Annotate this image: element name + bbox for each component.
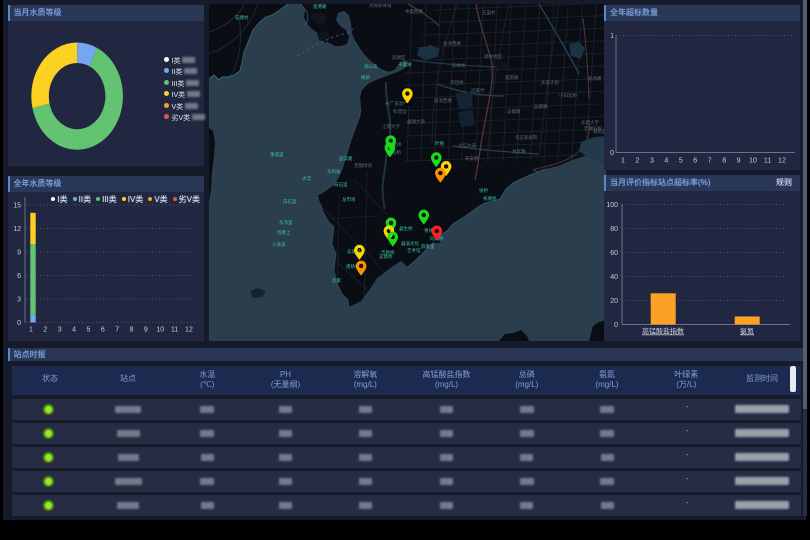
- svg-text:科普馆: 科普馆: [393, 108, 407, 115]
- svg-text:吉杨桥: 吉杨桥: [381, 249, 395, 256]
- svg-text:机场路: 机场路: [588, 75, 602, 82]
- svg-text:10: 10: [156, 327, 164, 334]
- svg-text:寿安桥: 寿安桥: [465, 155, 479, 162]
- svg-text:2: 2: [43, 327, 47, 334]
- svg-text:5: 5: [679, 157, 683, 164]
- svg-text:11: 11: [764, 157, 771, 164]
- svg-text:蠡生桥: 蠡生桥: [399, 225, 413, 232]
- svg-text:江南大学: 江南大学: [382, 123, 400, 130]
- svg-text:3: 3: [57, 327, 61, 334]
- svg-text:吴都路: 吴都路: [534, 103, 548, 110]
- svg-text:5: 5: [86, 327, 90, 334]
- svg-text:9: 9: [17, 250, 21, 257]
- svg-text:渔港路: 渔港路: [313, 4, 327, 10]
- svg-text:小溪浦: 小溪浦: [272, 241, 286, 248]
- svg-text:8: 8: [129, 327, 133, 334]
- svg-text:滨湖区: 滨湖区: [392, 54, 406, 61]
- svg-text:高浪西路: 高浪西路: [443, 40, 461, 47]
- svg-text:大桴新体育: 大桴新体育: [369, 4, 392, 9]
- svg-text:12: 12: [778, 157, 786, 164]
- svg-text:园渎路: 园渎路: [339, 155, 353, 162]
- svg-text:3: 3: [650, 157, 654, 164]
- svg-text:100: 100: [606, 202, 618, 209]
- svg-text:1: 1: [610, 33, 614, 40]
- svg-text:1: 1: [621, 157, 625, 164]
- svg-text:2: 2: [635, 157, 639, 164]
- svg-text:4: 4: [72, 327, 76, 334]
- svg-text:蠡湖大道: 蠡湖大道: [407, 118, 425, 125]
- svg-text:6: 6: [17, 273, 21, 280]
- svg-text:无锡分校: 无锡分校: [584, 125, 602, 132]
- svg-text:吴都路: 吴都路: [507, 108, 521, 115]
- svg-text:高浪西路: 高浪西路: [434, 97, 452, 104]
- svg-text:12: 12: [185, 327, 193, 334]
- svg-text:20: 20: [610, 298, 618, 305]
- svg-text:立信大道: 立信大道: [458, 142, 476, 149]
- svg-text:天安大桥: 天安大桥: [541, 79, 559, 86]
- svg-text:大浮: 大浮: [302, 175, 311, 182]
- svg-text:超南路: 超南路: [505, 74, 519, 81]
- svg-text:0: 0: [610, 150, 614, 157]
- svg-text:叶巷: 叶巷: [435, 140, 444, 147]
- svg-text:具区路: 具区路: [512, 148, 526, 155]
- svg-text:7: 7: [115, 327, 119, 334]
- svg-text:千蠡湖: 千蠡湖: [398, 61, 412, 68]
- svg-text:11: 11: [170, 327, 177, 334]
- svg-text:0: 0: [17, 320, 21, 327]
- svg-text:4: 4: [664, 157, 668, 164]
- svg-text:薛家里: 薛家里: [421, 243, 435, 250]
- svg-text:五里村: 五里村: [482, 9, 496, 15]
- svg-text:7: 7: [708, 157, 712, 164]
- svg-text:华庄影剧院: 华庄影剧院: [515, 134, 538, 141]
- svg-text:白石里: 白石里: [283, 198, 297, 205]
- svg-text:6: 6: [100, 327, 104, 334]
- svg-text:长广溪湿地: 长广溪湿地: [385, 100, 408, 107]
- svg-text:张桥: 张桥: [479, 187, 488, 194]
- svg-text:梅梁: 梅梁: [361, 74, 370, 81]
- svg-text:8: 8: [722, 157, 726, 164]
- svg-text:氨氮: 氨氮: [740, 326, 754, 335]
- svg-text:10: 10: [749, 157, 757, 164]
- svg-text:闾巷上: 闾巷上: [277, 229, 291, 236]
- svg-text:80: 80: [610, 226, 618, 233]
- svg-text:0: 0: [614, 322, 618, 329]
- svg-text:12: 12: [13, 226, 21, 233]
- svg-text:60: 60: [610, 250, 618, 257]
- svg-text:3: 3: [17, 297, 21, 304]
- svg-text:中奥西路: 中奥西路: [405, 8, 423, 15]
- svg-text:白石里: 白石里: [334, 181, 348, 188]
- svg-text:守佳桥: 守佳桥: [450, 79, 464, 86]
- svg-text:15: 15: [13, 203, 21, 210]
- svg-text:石塘村: 石塘村: [235, 14, 249, 21]
- svg-text:1: 1: [29, 327, 33, 334]
- svg-text:无锡绿浪: 无锡绿浪: [354, 162, 372, 169]
- svg-text:东鸡笼: 东鸡笼: [327, 168, 341, 175]
- svg-text:沈家: 沈家: [332, 277, 341, 284]
- svg-text:40: 40: [610, 274, 618, 281]
- svg-text:东唐大学: 东唐大学: [581, 119, 599, 126]
- svg-text:龙市坝: 龙市坝: [342, 196, 356, 203]
- svg-text:东绛桥: 东绛桥: [452, 62, 466, 69]
- svg-text:重墙里: 重墙里: [270, 151, 284, 158]
- svg-text:高锰酸盐指数: 高锰酸盐指数: [642, 326, 684, 335]
- svg-text:东鸿里: 东鸿里: [279, 219, 293, 226]
- svg-text:祝塘桥: 祝塘桥: [483, 195, 497, 202]
- svg-text:艺术馆: 艺术馆: [407, 247, 421, 254]
- svg-text:6: 6: [693, 157, 697, 164]
- svg-text:冠家弄: 冠家弄: [471, 87, 485, 94]
- svg-text:9: 9: [737, 157, 741, 164]
- svg-text:梁中地区: 梁中地区: [484, 53, 502, 60]
- svg-text:渤公岛: 渤公岛: [364, 63, 378, 70]
- svg-text:小白北桥: 小白北桥: [559, 92, 577, 99]
- svg-text:9: 9: [143, 327, 147, 334]
- svg-text:蠡溪文化: 蠡溪文化: [401, 240, 419, 247]
